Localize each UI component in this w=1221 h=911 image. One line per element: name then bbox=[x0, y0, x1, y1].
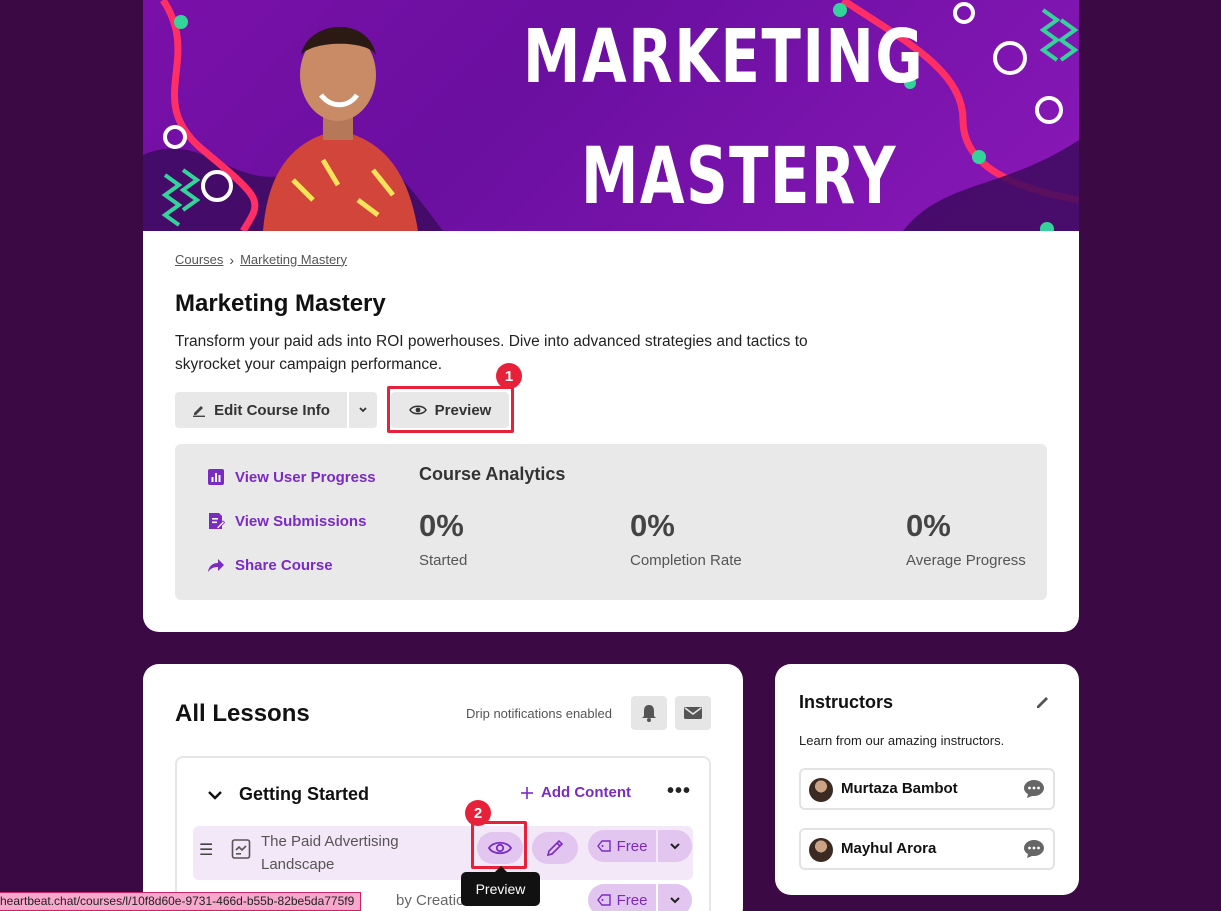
stat-average-value: 0% bbox=[906, 508, 951, 543]
edit-options-dropdown-button[interactable] bbox=[349, 392, 377, 428]
chat-icon[interactable] bbox=[1023, 779, 1045, 799]
instructor-item[interactable]: Murtaza Bambot bbox=[799, 768, 1055, 810]
lesson-name: The Paid Advertising Landscape bbox=[261, 833, 399, 873]
instructor-name: Mayhul Arora bbox=[841, 840, 937, 857]
avatar bbox=[809, 838, 833, 862]
bar-chart-icon bbox=[208, 469, 224, 485]
lesson-access-free[interactable]: Free bbox=[588, 884, 656, 911]
chevron-down-icon bbox=[670, 897, 680, 904]
status-bar-url: heartbeat.chat/courses/l/10f8d60e-9731-4… bbox=[0, 892, 362, 911]
banner-title-line1: MARKETING bbox=[523, 14, 925, 100]
lesson-access-dropdown[interactable] bbox=[658, 830, 692, 862]
mail-icon bbox=[684, 707, 702, 719]
avatar bbox=[809, 778, 833, 802]
preview-tooltip: Preview bbox=[461, 866, 540, 906]
instructors-card: Instructors Learn from our amazing instr… bbox=[775, 664, 1079, 895]
section-getting-started: Getting Started Add Content ••• ☰ The Pa… bbox=[175, 756, 711, 911]
share-course-link[interactable]: Share Course bbox=[207, 556, 333, 574]
stat-started-label: Started bbox=[419, 552, 468, 569]
breadcrumb-courses-link[interactable]: Courses bbox=[175, 252, 223, 267]
stat-average-progress: 0% Average Progress bbox=[906, 508, 1026, 569]
pencil-icon bbox=[193, 406, 206, 417]
analytics-panel: View User Progress View Submissions Shar… bbox=[175, 444, 1047, 600]
add-content-button[interactable]: Add Content bbox=[521, 784, 631, 801]
instructors-title: Instructors bbox=[799, 692, 894, 712]
breadcrumb-current-link[interactable]: Marketing Mastery bbox=[240, 252, 347, 267]
drip-notifications-text: Drip notifications enabled bbox=[466, 706, 612, 721]
section-title: Getting Started bbox=[239, 784, 370, 804]
lesson-access-dropdown[interactable] bbox=[658, 884, 692, 911]
free-label: Free bbox=[616, 891, 648, 909]
tag-icon bbox=[596, 840, 611, 852]
step-badge-1: 1 bbox=[496, 363, 522, 389]
view-user-progress-label: View User Progress bbox=[235, 468, 376, 486]
edit-course-info-label: Edit Course Info bbox=[214, 401, 330, 419]
plus-icon bbox=[521, 786, 533, 799]
course-banner: MARKETING MASTERY bbox=[143, 0, 1079, 231]
lessons-card: All Lessons Drip notifications enabled G… bbox=[143, 664, 743, 911]
free-label: Free bbox=[616, 837, 648, 855]
lessons-title: All Lessons bbox=[175, 700, 310, 727]
drip-email-button[interactable] bbox=[675, 696, 711, 730]
chevron-down-icon bbox=[208, 790, 222, 800]
section-header[interactable]: Getting Started bbox=[207, 784, 369, 805]
chat-icon[interactable] bbox=[1023, 839, 1045, 859]
lesson-row[interactable]: ☰ The Paid Advertising Landscape Free bbox=[193, 826, 693, 880]
instructor-item[interactable]: Mayhul Arora bbox=[799, 828, 1055, 870]
course-analytics-title: Course Analytics bbox=[419, 464, 566, 484]
share-icon bbox=[208, 559, 224, 572]
stat-started-value: 0% bbox=[419, 508, 464, 543]
bell-icon bbox=[642, 705, 656, 722]
step-badge-2: 2 bbox=[465, 800, 491, 826]
page-title: Marketing Mastery bbox=[175, 290, 386, 317]
pencil-icon[interactable] bbox=[1035, 694, 1051, 710]
stat-completion-value: 0% bbox=[630, 508, 675, 543]
view-submissions-label: View Submissions bbox=[235, 512, 367, 530]
highlight-lesson-preview bbox=[471, 821, 527, 869]
instructors-subtitle: Learn from our amazing instructors. bbox=[799, 733, 1005, 748]
lesson-access-free[interactable]: Free bbox=[588, 830, 656, 862]
chevron-down-icon bbox=[359, 407, 367, 413]
stat-started: 0% Started bbox=[419, 508, 467, 569]
course-card: MARKETING MASTERY Courses › Marketing Ma… bbox=[143, 0, 1079, 632]
stat-completion-label: Completion Rate bbox=[630, 552, 742, 569]
lesson-doc-icon bbox=[231, 839, 251, 859]
pencil-icon bbox=[546, 839, 564, 857]
stat-completion-rate: 0% Completion Rate bbox=[630, 508, 742, 569]
banner-title-line2: MASTERY bbox=[581, 132, 897, 222]
more-icon[interactable]: ••• bbox=[667, 780, 691, 803]
share-course-label: Share Course bbox=[235, 556, 333, 574]
lesson-edit-button[interactable] bbox=[532, 832, 578, 864]
instructor-name: Murtaza Bambot bbox=[841, 780, 958, 797]
chevron-down-icon bbox=[670, 843, 680, 850]
drag-handle-icon[interactable]: ☰ bbox=[199, 840, 213, 860]
stat-average-label: Average Progress bbox=[906, 552, 1026, 569]
highlight-preview-button bbox=[387, 386, 514, 433]
edit-course-info-button[interactable]: Edit Course Info bbox=[175, 392, 347, 428]
submissions-icon bbox=[209, 513, 225, 529]
drip-bell-button[interactable] bbox=[631, 696, 667, 730]
breadcrumb: Courses › Marketing Mastery bbox=[175, 250, 347, 269]
view-submissions-link[interactable]: View Submissions bbox=[207, 512, 366, 530]
tag-icon bbox=[596, 894, 611, 906]
add-content-label: Add Content bbox=[541, 784, 631, 801]
view-user-progress-link[interactable]: View User Progress bbox=[207, 468, 376, 486]
chevron-right-icon: › bbox=[229, 252, 235, 268]
